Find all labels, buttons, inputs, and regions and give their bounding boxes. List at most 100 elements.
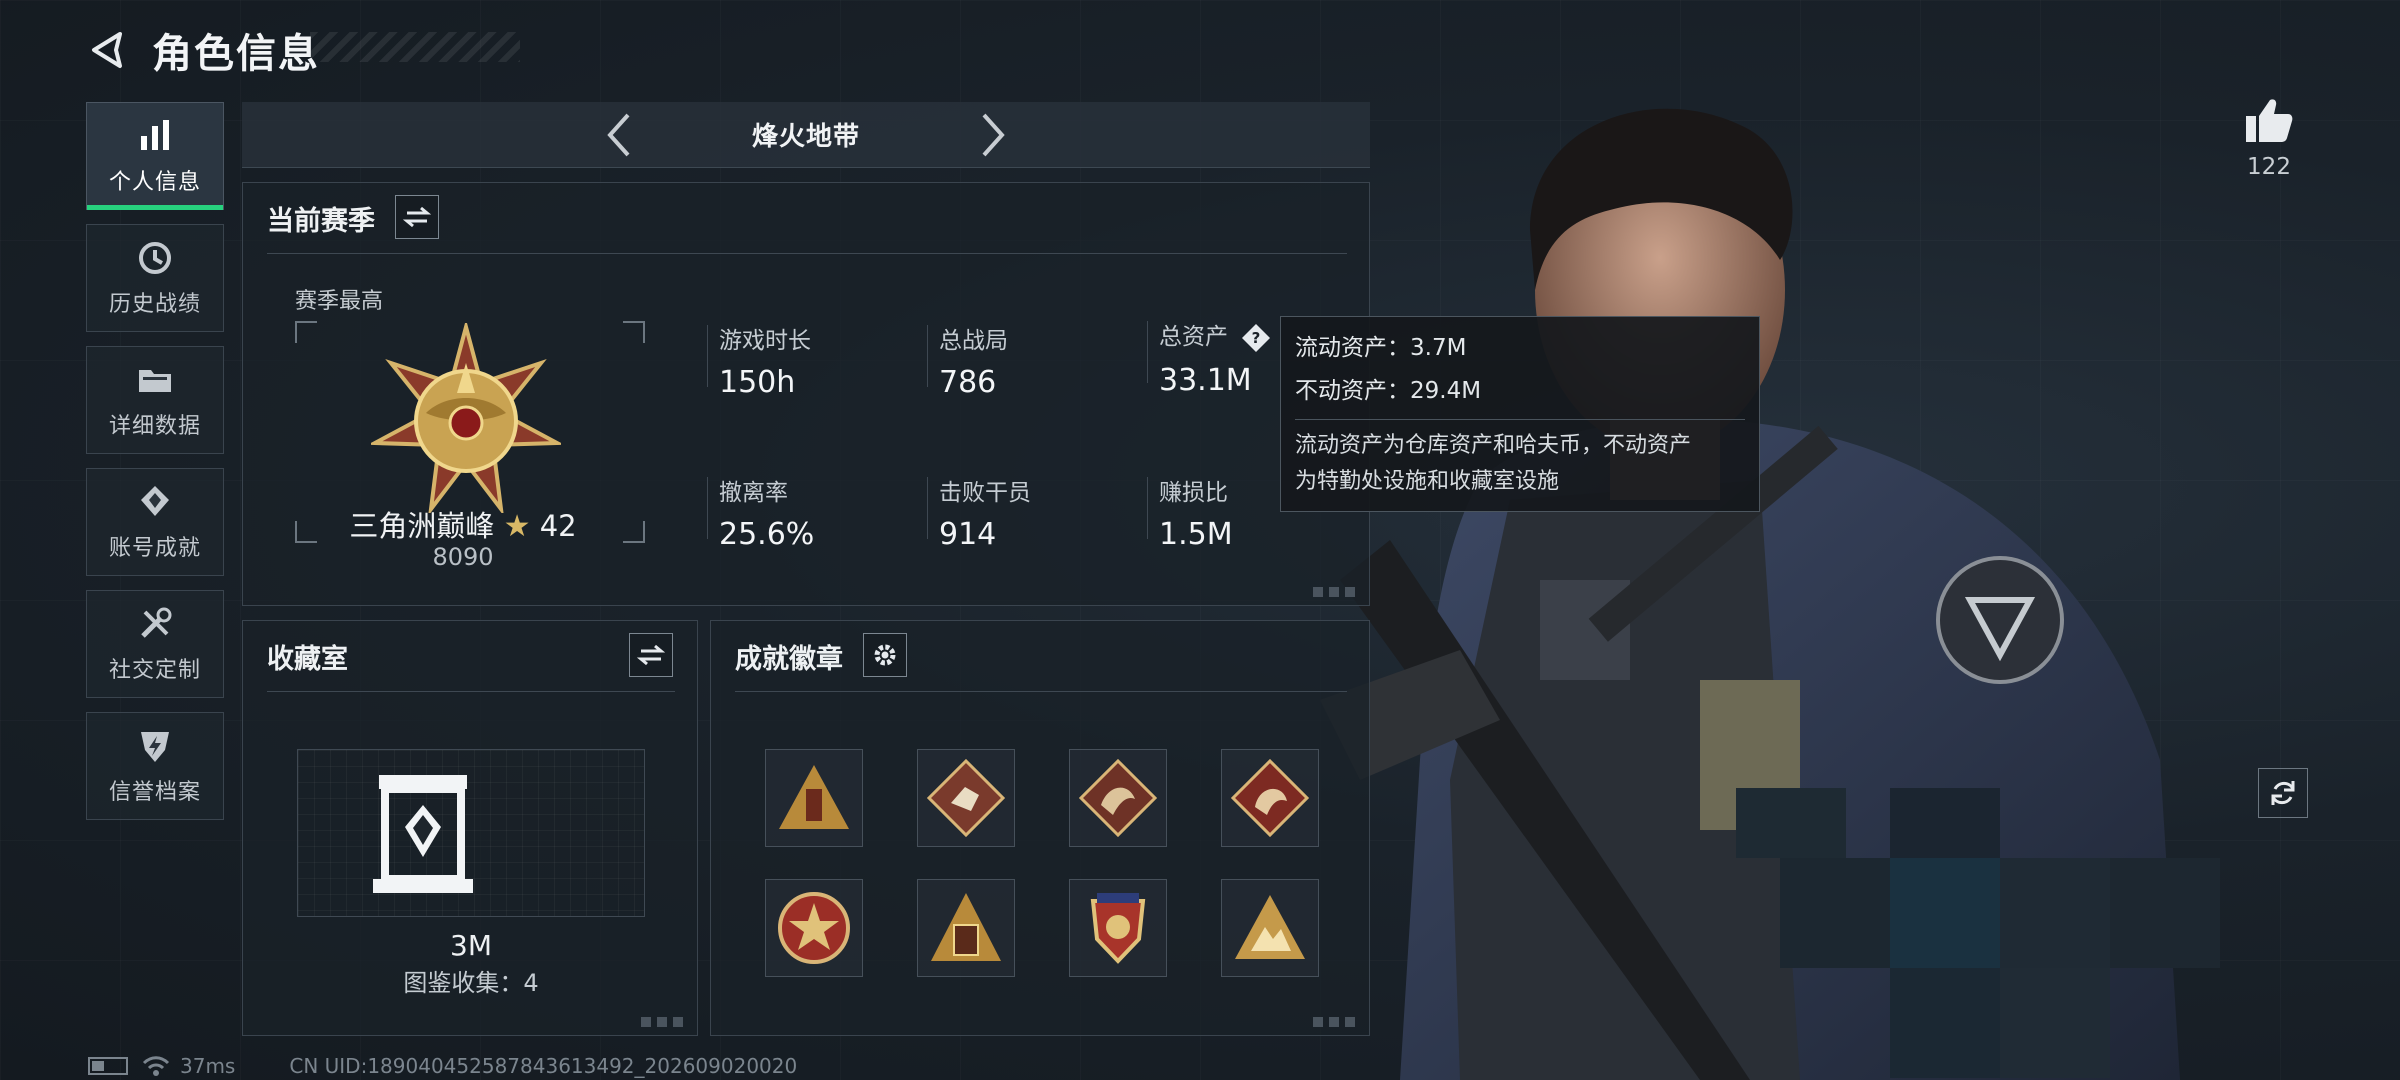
diamond-dragon-badge-icon bbox=[1079, 759, 1157, 837]
like-count: 122 bbox=[2247, 154, 2291, 180]
mosaic-block bbox=[1736, 788, 1846, 858]
stat-total-matches: 总战局 786 bbox=[927, 321, 1139, 400]
season-high-label: 赛季最高 bbox=[295, 289, 384, 314]
chevron-right-icon[interactable] bbox=[972, 109, 1012, 161]
bar-chart-icon bbox=[141, 120, 169, 150]
switch-collection-button[interactable] bbox=[629, 633, 673, 677]
assets-tooltip: 流动资产：3.7M 不动资产：29.4M 流动资产为仓库资产和哈夫币，不动资产 … bbox=[1280, 316, 1760, 512]
nav-item-personal-info[interactable]: 个人信息 bbox=[86, 102, 224, 210]
tooltip-description-line: 为特勤处设施和收藏室设施 bbox=[1295, 469, 1560, 494]
back-icon[interactable] bbox=[86, 28, 130, 72]
divider bbox=[707, 325, 708, 387]
stat-play-time: 游戏时长 150h bbox=[707, 321, 919, 400]
nav-item-history[interactable]: 历史战绩 bbox=[86, 224, 224, 332]
divider bbox=[707, 477, 708, 539]
achievement-badge[interactable] bbox=[765, 879, 863, 977]
stat-label: 总资产 bbox=[1159, 324, 1228, 350]
stat-value: 25.6% bbox=[719, 517, 815, 552]
switch-season-button[interactable] bbox=[395, 195, 439, 239]
tooltip-fixed-assets: 不动资产：29.4M bbox=[1295, 378, 1482, 404]
page-title: 角色信息 bbox=[152, 31, 320, 77]
collection-room-panel: 收藏室 3M 图鉴收集：4 bbox=[242, 620, 698, 1036]
achievements-title: 成就徽章 bbox=[735, 644, 843, 675]
mode-title: 烽火地带 bbox=[751, 122, 860, 152]
achievement-badge[interactable] bbox=[1069, 749, 1167, 847]
triangle-gate-badge-icon bbox=[931, 893, 1001, 961]
divider bbox=[735, 691, 1347, 692]
current-season-panel: 当前赛季 赛季最高 三角洲巅峰 ★ 42 8090 游戏时长 150h 总战局 … bbox=[242, 182, 1370, 606]
nav-label: 账号成就 bbox=[108, 536, 201, 561]
triangle-mountain-badge-icon bbox=[1235, 895, 1305, 959]
mosaic-block bbox=[2000, 968, 2110, 1078]
divider bbox=[1147, 477, 1148, 539]
rank-star-level: 42 bbox=[539, 509, 577, 543]
corner-decoration bbox=[1313, 1017, 1361, 1027]
stat-operators-defeated: 击败干员 914 bbox=[927, 473, 1139, 552]
uid-text: CN UID:18904045258784361349​2_2026090200… bbox=[289, 1054, 798, 1078]
rotate-character-button[interactable] bbox=[2258, 768, 2308, 818]
title-decoration bbox=[310, 32, 520, 62]
stat-label: 击败干员 bbox=[939, 480, 1031, 506]
collection-catalog: 图鉴收集：4 bbox=[403, 969, 539, 997]
nav-label: 社交定制 bbox=[108, 658, 201, 683]
help-icon[interactable]: ? bbox=[1241, 323, 1271, 353]
wifi-icon bbox=[142, 1056, 170, 1076]
achievement-badge[interactable] bbox=[1221, 879, 1319, 977]
history-icon bbox=[139, 242, 171, 274]
stat-value: 1.5M bbox=[1159, 517, 1233, 552]
corner-decoration bbox=[1313, 587, 1361, 597]
mosaic-block bbox=[1890, 858, 2000, 968]
swap-icon bbox=[403, 206, 431, 228]
achievement-badge[interactable] bbox=[1069, 879, 1167, 977]
round-star-badge-icon bbox=[778, 892, 850, 964]
mosaic-block bbox=[2000, 858, 2110, 968]
display-case-icon bbox=[373, 775, 473, 893]
nav-label: 个人信息 bbox=[108, 170, 201, 195]
collection-value: 3M bbox=[450, 929, 492, 962]
rank-name: 三角洲巅峰 bbox=[349, 509, 495, 543]
achievement-badge[interactable] bbox=[917, 749, 1015, 847]
status-bar: 37ms CN UID:18904045258784361349​2_20260… bbox=[88, 1054, 797, 1078]
badge-settings-button[interactable] bbox=[863, 633, 907, 677]
divider bbox=[1295, 419, 1745, 420]
achievement-badge[interactable] bbox=[917, 879, 1015, 977]
stat-label: 撤离率 bbox=[719, 480, 788, 506]
battery-icon bbox=[88, 1057, 128, 1075]
mode-selector: 烽火地带 bbox=[242, 102, 1370, 168]
tooltip-liquid-assets: 流动资产：3.7M bbox=[1295, 335, 1467, 361]
achievement-icon bbox=[141, 486, 169, 516]
mosaic-block bbox=[1890, 968, 2000, 1078]
nav-label: 详细数据 bbox=[108, 414, 201, 439]
rank-emblem-icon bbox=[371, 323, 561, 513]
nav-item-credit-record[interactable]: 信誉档案 bbox=[86, 712, 224, 820]
achievement-badge[interactable] bbox=[1221, 749, 1319, 847]
diamond-runner-badge-icon bbox=[927, 759, 1005, 837]
ping-value: 37ms bbox=[180, 1054, 236, 1078]
nav-label: 历史战绩 bbox=[108, 292, 201, 317]
collection-title: 收藏室 bbox=[267, 644, 348, 675]
shield-crest-badge-icon bbox=[1090, 893, 1146, 964]
mosaic-block bbox=[2110, 858, 2220, 968]
stat-label: 游戏时长 bbox=[719, 328, 811, 354]
chevron-left-icon[interactable] bbox=[600, 109, 640, 161]
nav-item-social-custom[interactable]: 社交定制 bbox=[86, 590, 224, 698]
divider bbox=[267, 691, 675, 692]
mosaic-block bbox=[1780, 858, 1890, 968]
divider bbox=[927, 477, 928, 539]
like-button[interactable]: 122 bbox=[2236, 96, 2302, 180]
achievement-badges-panel: 成就徽章 bbox=[710, 620, 1370, 1036]
divider bbox=[927, 325, 928, 387]
side-nav: 个人信息 历史战绩 详细数据 账号成就 社交定制 信誉档案 bbox=[86, 102, 224, 834]
tooltip-description-line: 流动资产为仓库资产和哈夫币，不动资产 bbox=[1295, 433, 1692, 458]
achievement-badge[interactable] bbox=[765, 749, 863, 847]
stat-value: 786 bbox=[939, 365, 997, 400]
rank-name-line: 三角洲巅峰 ★ 42 bbox=[273, 503, 653, 545]
triangle-tower-badge-icon bbox=[779, 765, 849, 829]
corner-decoration bbox=[641, 1017, 689, 1027]
svg-text:?: ? bbox=[1252, 329, 1261, 347]
nav-item-account-achievements[interactable]: 账号成就 bbox=[86, 468, 224, 576]
diamond-dragon-red-badge-icon bbox=[1231, 759, 1309, 837]
nav-item-detail-data[interactable]: 详细数据 bbox=[86, 346, 224, 454]
season-title: 当前赛季 bbox=[267, 206, 375, 237]
thumbs-up-icon bbox=[2246, 99, 2293, 142]
